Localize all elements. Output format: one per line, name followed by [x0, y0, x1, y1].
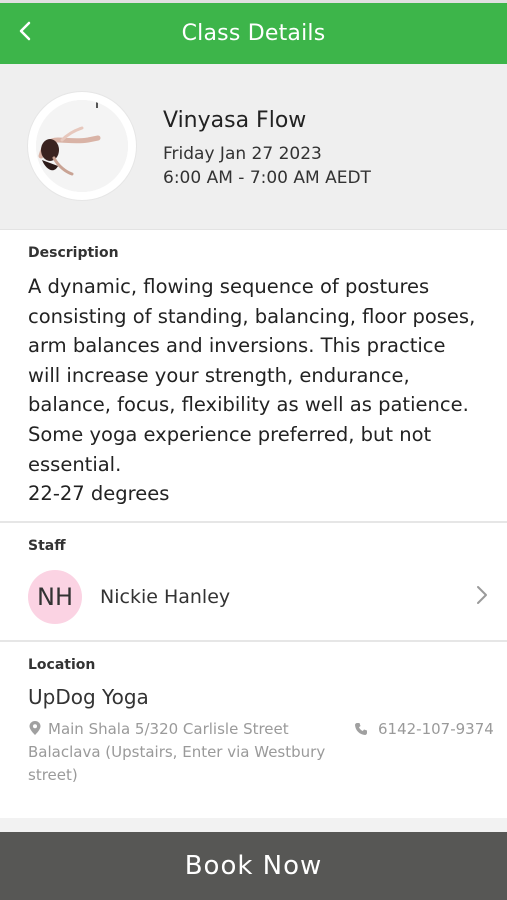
divider: [0, 521, 507, 523]
phone-link[interactable]: 6142-107-9374: [354, 718, 494, 741]
staff-row[interactable]: NH Nickie Hanley: [0, 566, 507, 628]
chevron-right-icon: [477, 586, 487, 604]
description-line: 22-27 degrees: [28, 482, 170, 506]
description-line: A dynamic, flowing sequence of postures: [28, 275, 430, 298]
description-line: will increase your strength, endurance,: [28, 363, 410, 387]
address-line: Balaclava (Upstairs, Enter via Westbury: [28, 743, 326, 761]
class-image: [28, 92, 136, 200]
description-line: consisting of standing, balancing, floor…: [28, 304, 476, 328]
description-line: Some yoga experience preferred, but not: [28, 422, 432, 446]
book-now-button[interactable]: Book Now: [0, 832, 507, 900]
description-line: arm balances and inversions. This practi…: [28, 334, 446, 358]
staff-avatar: NH: [28, 570, 82, 624]
page-title: Class Details: [181, 21, 326, 46]
description-text: A dynamic, flowing sequence of postures …: [28, 272, 493, 509]
class-name: Vinyasa Flow: [163, 108, 307, 133]
back-button[interactable]: [10, 13, 40, 49]
footer-spacer: [0, 818, 507, 832]
yoga-pose-image: [36, 100, 128, 192]
chevron-left-icon: [19, 21, 31, 41]
phone-icon: [355, 723, 367, 735]
divider: [0, 640, 507, 642]
description-line: balance, focus, flexibility as well as p…: [28, 393, 469, 417]
top-bar: Class Details: [0, 0, 507, 64]
class-time: 6:00 AM - 7:00 AM AEDT: [163, 168, 371, 188]
class-date: Friday Jan 27 2023: [163, 144, 322, 164]
address-line: Main Shala 5/320 Carlisle Street: [48, 720, 289, 738]
phone-number: 6142-107-9374: [378, 720, 494, 738]
location-label: Location: [28, 657, 96, 673]
description-line: essential.: [28, 452, 122, 476]
address-line: street): [28, 766, 78, 784]
class-summary: Vinyasa Flow Friday Jan 27 2023 6:00 AM …: [0, 64, 507, 230]
map-pin-icon: [29, 721, 41, 735]
location-address[interactable]: Main Shala 5/320 Carlisle Street Balacla…: [28, 718, 328, 787]
description-label: Description: [28, 245, 119, 261]
location-name: UpDog Yoga: [28, 685, 149, 709]
staff-label: Staff: [28, 538, 66, 554]
staff-name: Nickie Hanley: [100, 586, 231, 608]
